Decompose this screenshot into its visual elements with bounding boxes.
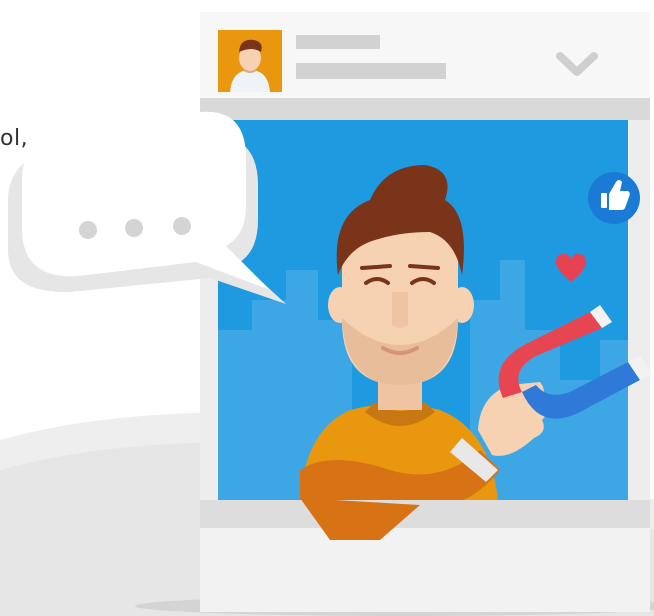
post-footer <box>200 500 650 528</box>
username-placeholder-line <box>296 35 380 49</box>
typing-dot <box>125 219 143 237</box>
subtitle-placeholder-line <box>296 63 446 79</box>
post-photo <box>218 120 628 500</box>
social-media-illustration <box>0 12 654 616</box>
illustration-canvas: ol, <box>0 0 654 616</box>
typing-dot <box>173 217 191 235</box>
avatar <box>218 30 282 92</box>
thumbs-up-icon[interactable] <box>588 172 640 224</box>
cropped-text: ol, <box>0 126 29 151</box>
typing-dot <box>79 221 97 239</box>
